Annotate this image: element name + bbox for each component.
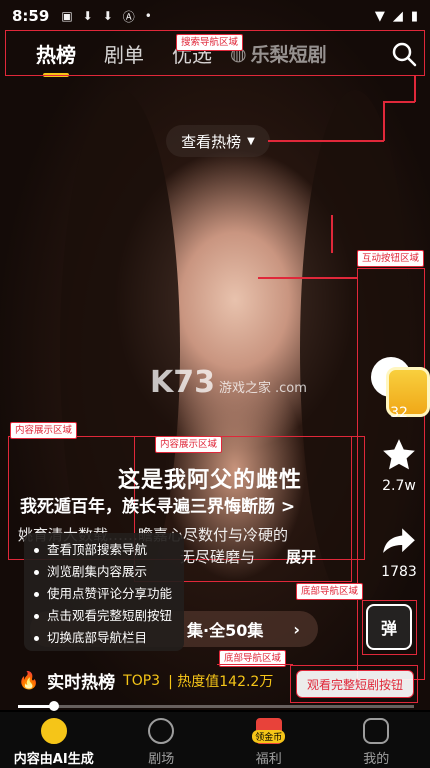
video-progress-bar[interactable]	[18, 701, 414, 711]
star-icon[interactable]	[380, 436, 418, 474]
annotation-line	[258, 277, 358, 279]
guide-item: 切换底部导航栏目	[34, 627, 174, 649]
annotation-line	[383, 101, 385, 141]
download-icon: ⬇	[82, 9, 93, 23]
status-bar: 8:59 ▣ ⬇ ⬇ Ⓐ • ▼ ◢ ▮	[0, 0, 430, 32]
bottom-nav-home[interactable]: 内容由AI生成	[0, 712, 108, 768]
bottom-nav-mine[interactable]: 我的	[323, 712, 430, 768]
annotation-line	[268, 140, 384, 142]
triangle-down-icon: ▼	[247, 135, 255, 147]
danmu-button[interactable]: 弹	[366, 604, 412, 650]
share-count: 1783	[381, 564, 417, 580]
drama-subtitle[interactable]: 我死遁百年，族长寻遍三界悔断肠 >	[20, 492, 295, 517]
bottom-nav-label: 我的	[363, 752, 390, 767]
guide-item: 浏览剧集内容展示	[34, 561, 174, 583]
fire-icon: 🔥	[18, 670, 40, 691]
guide-item: 点击观看完整短剧按钮	[34, 605, 174, 627]
annotation-tag-interaction: 互动按钮区域	[357, 250, 425, 267]
image-icon: ▣	[61, 9, 73, 23]
dot-icon: •	[144, 9, 152, 23]
comment-count-wrap: 32	[368, 402, 430, 421]
battery-icon: ▮	[410, 8, 418, 24]
bottom-nav-label: 内容由AI生成	[13, 752, 94, 767]
bottom-nav-theater[interactable]: 剧场	[108, 712, 216, 768]
view-hot-list-button[interactable]: 查看热榜 ▼	[166, 125, 270, 157]
hotbar-heat: | 热度值142.2万	[168, 673, 274, 690]
wifi-icon: ▼	[374, 8, 385, 24]
expand-button[interactable]: 展开	[286, 546, 316, 567]
film-reel-icon	[148, 718, 175, 744]
status-time: 8:59	[12, 7, 50, 25]
progress-knob[interactable]	[48, 701, 59, 711]
bottom-nav-badge: 领金币	[252, 730, 286, 743]
danmu-label: 弹	[380, 619, 397, 638]
download-icon: ⬇	[102, 9, 113, 23]
guide-item: 查看顶部搜索导航	[34, 539, 174, 561]
home-icon	[40, 718, 67, 744]
guide-tooltip: 查看顶部搜索导航 浏览剧集内容展示 使用点赞评论分享功能 点击观看完整短剧按钮 …	[24, 533, 184, 651]
signal-icon: ◢	[392, 8, 403, 24]
chevron-right-icon: ›	[293, 619, 300, 639]
hotbar-rank: TOP3	[123, 672, 161, 689]
app-icon: Ⓐ	[122, 9, 135, 24]
annotation-line	[383, 101, 415, 103]
drama-title[interactable]: 这是我阿父的雌性	[118, 462, 302, 494]
hotbar-label: 实时热榜	[47, 673, 116, 693]
bottom-nav-welfare[interactable]: 领金币 福利	[215, 712, 323, 768]
watermark-sub: 游戏之家	[219, 381, 272, 396]
realtime-hot-bar[interactable]: 🔥 实时热榜 TOP3 | 热度值142.2万	[18, 668, 274, 694]
site-watermark: K73 游戏之家 .com	[150, 365, 307, 400]
bottom-nav-label: 剧场	[148, 752, 175, 767]
hot-pill-label: 查看热榜	[181, 132, 242, 151]
like-action[interactable]: 2.7w	[368, 436, 430, 494]
annotation-line	[331, 215, 333, 253]
comment-count: 32	[390, 405, 408, 421]
like-count: 2.7w	[382, 478, 416, 494]
annotation-tag-search: 搜索导航区域	[176, 34, 244, 51]
annotation-tag-content-left: 内容展示区域	[10, 422, 78, 439]
bottom-nav: 内容由AI生成 剧场 领金币 福利 我的	[0, 712, 430, 768]
watch-full-drama-button[interactable]: 观看完整短剧按钮	[296, 670, 414, 698]
annotation-line	[414, 76, 416, 102]
share-action[interactable]: 1783	[368, 522, 430, 580]
annotation-tag-bottom-right: 底部导航区域	[296, 583, 364, 600]
guide-item: 使用点赞评论分享功能	[34, 583, 174, 605]
watermark-main: K73	[150, 365, 215, 400]
share-icon[interactable]	[380, 522, 418, 560]
annotation-box-hotbar	[217, 664, 293, 665]
bottom-nav-label: 福利	[255, 752, 282, 767]
watermark-domain: .com	[275, 381, 307, 396]
annotation-tag-content-center: 内容展示区域	[155, 436, 223, 453]
profile-icon	[363, 718, 390, 744]
episode-label: 集·全50集	[187, 621, 264, 640]
